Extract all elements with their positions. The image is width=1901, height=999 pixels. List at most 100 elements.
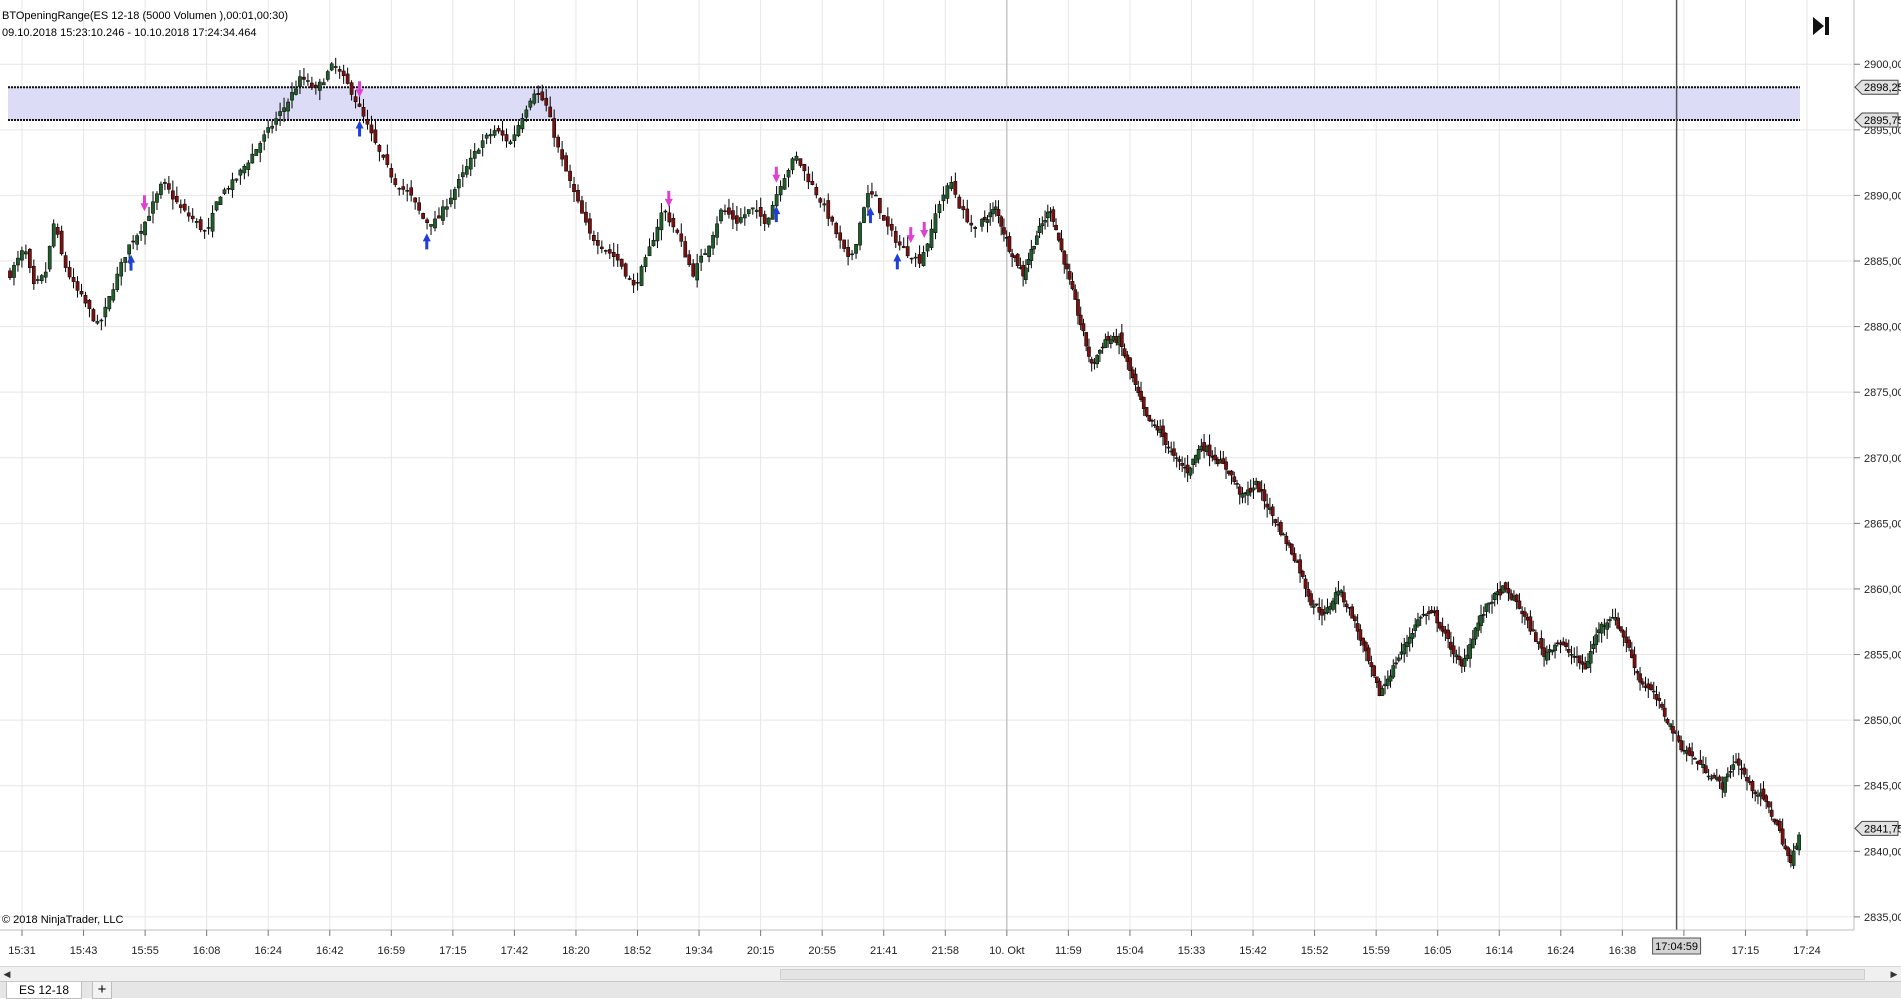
price-chart[interactable]: 2835,00 2840,00 2845,00 2850,00 2855,00 2860,…: [0, 0, 1901, 966]
candle-body: [1062, 250, 1067, 265]
candle-body: [59, 230, 64, 255]
candle-body: [991, 209, 995, 215]
candle-body: [333, 66, 338, 68]
candle-body: [1174, 457, 1179, 459]
candle-body: [723, 210, 727, 212]
candle-body: [687, 254, 692, 266]
plus-icon[interactable]: +: [92, 982, 112, 999]
candle-body: [341, 70, 346, 77]
candle-body: [218, 196, 223, 205]
candle-body: [715, 223, 719, 238]
candle-body: [560, 149, 564, 160]
candle-body: [925, 243, 930, 252]
chart-tab-bar: ES 12-18 +: [0, 981, 1901, 999]
candle-body: [1144, 407, 1149, 417]
candle-body: [917, 254, 922, 264]
candle-body: [778, 186, 783, 196]
x-tick-label: 19:34: [685, 945, 713, 957]
candle-body: [456, 179, 461, 189]
candle-body: [79, 290, 84, 295]
candle-body: [619, 258, 624, 267]
candle-body: [413, 197, 417, 203]
x-tick-label: 18:52: [624, 945, 652, 957]
candle-body: [313, 84, 318, 88]
candle-body: [905, 246, 910, 257]
candle-body: [159, 183, 163, 195]
horizontal-scrollbar[interactable]: ◀ ▶: [0, 966, 1901, 981]
candle-body: [417, 202, 421, 211]
candle-body: [147, 215, 151, 221]
candle-body: [210, 212, 215, 232]
candle-body: [814, 187, 819, 196]
sell-signal-arrow-icon: [140, 195, 149, 212]
candle-body: [671, 217, 676, 228]
y-tick-label: 2885,00: [1864, 256, 1901, 268]
candle-body: [349, 82, 354, 95]
candle-body: [695, 263, 700, 281]
x-tick-label: 18:20: [562, 945, 590, 957]
candle-body: [310, 82, 314, 88]
candle-body: [862, 207, 866, 224]
candle-body: [1366, 647, 1371, 662]
candle-body: [222, 189, 227, 194]
candle-body: [1662, 707, 1667, 717]
price-axis[interactable]: 2835,00 2840,00 2845,00 2850,00 2855,00 2860,…: [1854, 59, 1901, 924]
grid-lines: [0, 0, 1854, 930]
candle-body: [401, 186, 406, 190]
candle-body: [806, 173, 811, 183]
candle-body: [12, 265, 16, 278]
candle-body: [838, 232, 843, 241]
time-axis[interactable]: 15:31 15:43 15:55 16:08 16:24 16:42 16:59 17:15…: [8, 930, 1821, 957]
scroll-right-icon[interactable]: ▶: [1888, 968, 1900, 980]
candle-body: [1649, 684, 1653, 690]
candle-body: [1767, 801, 1771, 808]
candle-body: [850, 253, 854, 256]
candle-body: [1410, 633, 1415, 639]
scroll-to-end-icon[interactable]: [1810, 14, 1832, 38]
candle-body: [178, 204, 183, 208]
candle-body: [945, 185, 950, 199]
candle-body: [206, 227, 211, 229]
x-tick-label: 15:43: [70, 945, 98, 957]
x-tick-label: 11:59: [1055, 945, 1082, 957]
candle-body: [369, 124, 374, 134]
candle-body: [1265, 503, 1270, 508]
candle-body: [1706, 775, 1711, 778]
candle-body: [782, 178, 787, 190]
candle-body: [576, 190, 580, 202]
candle-body: [683, 241, 688, 258]
x-tick-label: 16:05: [1424, 945, 1452, 957]
candle-body: [504, 134, 509, 142]
candle-body: [1534, 632, 1538, 642]
scrollbar-thumb[interactable]: [780, 969, 1865, 980]
candle-body: [1152, 424, 1157, 427]
candle-body: [1128, 357, 1132, 371]
y-tick-label: 2850,00: [1864, 715, 1901, 727]
candle-body: [63, 255, 68, 268]
candle-body: [885, 216, 890, 227]
candle-body: [866, 193, 870, 208]
candle-body: [1279, 522, 1283, 535]
buy-signal-arrow-icon: [127, 254, 135, 271]
candle-body: [643, 257, 648, 267]
tab-es-12-18[interactable]: ES 12-18: [6, 982, 83, 999]
candle-body: [520, 118, 525, 130]
candle-body: [186, 212, 191, 217]
candle-body: [568, 170, 572, 181]
candle-body: [536, 93, 541, 96]
candle-body: [246, 162, 251, 170]
candle-body: [484, 134, 489, 139]
candle-body: [731, 210, 735, 220]
candle-body: [262, 134, 267, 142]
sell-signal-arrow-icon: [664, 190, 673, 207]
candle-body: [151, 201, 155, 214]
candle-body: [329, 63, 334, 71]
candle-body: [1786, 847, 1790, 856]
candle-body: [1150, 420, 1154, 422]
candle-body: [1098, 349, 1102, 354]
scroll-left-icon[interactable]: ◀: [1, 968, 13, 980]
candle-body: [735, 215, 739, 224]
candle-body: [274, 118, 278, 125]
candle-body: [874, 194, 878, 197]
candle-body: [171, 190, 175, 200]
